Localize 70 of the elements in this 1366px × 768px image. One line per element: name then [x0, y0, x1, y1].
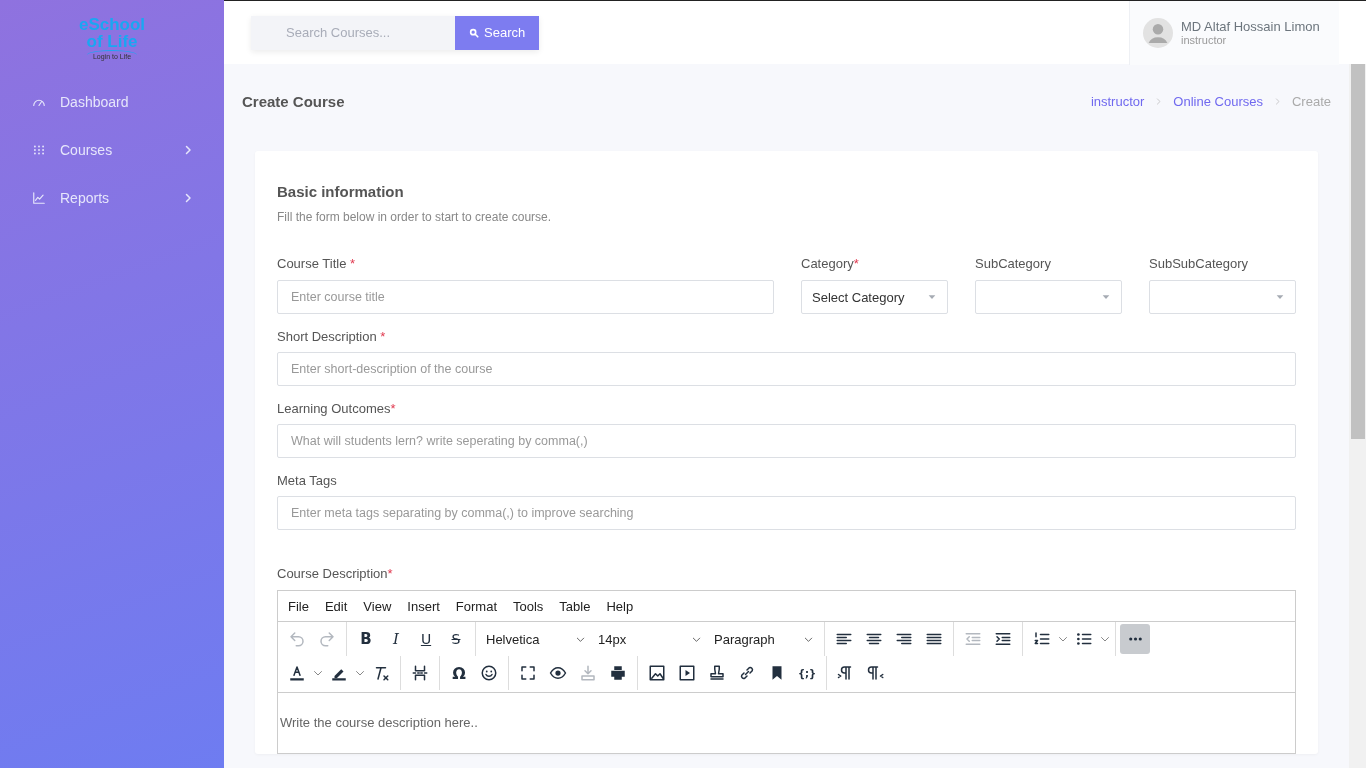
field-label: Learning Outcomes* — [277, 401, 397, 416]
user-name: MD Altaf Hossain Limon — [1181, 19, 1320, 34]
redo-icon — [318, 630, 336, 648]
menu-item[interactable]: Insert — [399, 595, 448, 617]
page-title: Create Course — [242, 92, 346, 110]
menu-item[interactable]: File — [280, 595, 317, 617]
menu-item[interactable]: Help — [598, 595, 642, 617]
caret-down-icon — [927, 292, 937, 302]
fullscreen-icon — [519, 664, 537, 682]
text-area[interactable]: Write the course description here.. — [278, 693, 1295, 753]
field-label: Category* — [801, 256, 860, 271]
undo-icon — [288, 630, 306, 648]
field-label: Meta Tags — [277, 473, 338, 488]
avatar-icon — [1143, 17, 1173, 48]
text-color-icon — [288, 664, 306, 682]
toolbar-button[interactable]: S — [441, 624, 471, 654]
indent-icon — [994, 630, 1012, 648]
download-icon — [579, 664, 597, 682]
outdent-icon — [964, 630, 982, 648]
bulleted-list-icon — [1075, 630, 1093, 648]
menu-item[interactable]: Format — [447, 595, 505, 617]
text-field[interactable]: What will students lern? write seperating by comma(,) — [277, 424, 1296, 458]
logo-text: of Life — [86, 33, 138, 50]
menu-item[interactable]: Table — [551, 595, 599, 617]
format-dropdown[interactable]: Paragraph — [708, 624, 820, 654]
link-icon — [738, 664, 756, 682]
search-field[interactable]: Search Courses... — [251, 15, 455, 50]
breadcrumb-link[interactable]: instructor — [1090, 93, 1145, 109]
field-label: Course Description* — [277, 566, 394, 581]
toolbar-button[interactable]: U — [411, 624, 441, 654]
right-to-left-icon — [867, 664, 885, 682]
menu-item[interactable]: View — [355, 595, 400, 617]
text-field[interactable]: Enter short-description of the course — [277, 352, 1296, 386]
stamp-icon — [708, 664, 726, 682]
eye-icon — [549, 664, 567, 682]
user-role: instructor — [1181, 34, 1228, 46]
toolbar-button[interactable]: B — [351, 624, 381, 654]
text-field[interactable]: Enter meta tags separating by comma(,) to improve searching — [277, 496, 1296, 530]
grid-icon — [32, 143, 46, 157]
section-title: Basic information — [277, 183, 405, 200]
line-chart-icon — [32, 191, 46, 205]
select-dropdown[interactable]: Select Category — [801, 280, 948, 314]
more-icon — [1128, 637, 1142, 641]
image-icon — [648, 664, 666, 682]
breadcrumb-current: Create — [1291, 93, 1331, 109]
user-menu[interactable]: MD Altaf Hossain Limon instructor — [1129, 0, 1339, 65]
logo-text: eSchool — [78, 16, 146, 33]
menu-item[interactable]: Edit — [316, 595, 356, 617]
field-label: Short Description * — [277, 329, 387, 344]
text-field[interactable]: Enter course title — [277, 280, 774, 314]
field-label: SubSubCategory — [1149, 256, 1249, 271]
breadcrumb-link[interactable]: Online Courses — [1173, 93, 1263, 109]
smiley-icon — [480, 664, 498, 682]
menu-item[interactable]: Tools — [505, 595, 552, 617]
caret-down-icon — [1101, 292, 1111, 302]
format-dropdown[interactable]: 14px — [592, 624, 708, 654]
chevron-right-icon — [1154, 96, 1164, 106]
toolbar-button[interactable]: Ω — [444, 658, 474, 688]
format-dropdown[interactable]: Helvetica — [480, 624, 592, 654]
printer-icon — [609, 664, 627, 682]
page-break-icon — [411, 664, 429, 682]
video-icon — [678, 664, 696, 682]
toolbar-button[interactable]: I — [381, 624, 411, 654]
scrollbar[interactable] — [1349, 64, 1366, 768]
search-icon — [469, 27, 479, 38]
caret-down-icon — [1275, 292, 1285, 302]
toolbar-button[interactable]: {;} — [792, 658, 822, 688]
field-label: SubCategory — [975, 256, 1052, 271]
field-label: Course Title * — [277, 256, 357, 271]
section-subtitle: Fill the form below in order to start to create course. — [277, 210, 553, 224]
